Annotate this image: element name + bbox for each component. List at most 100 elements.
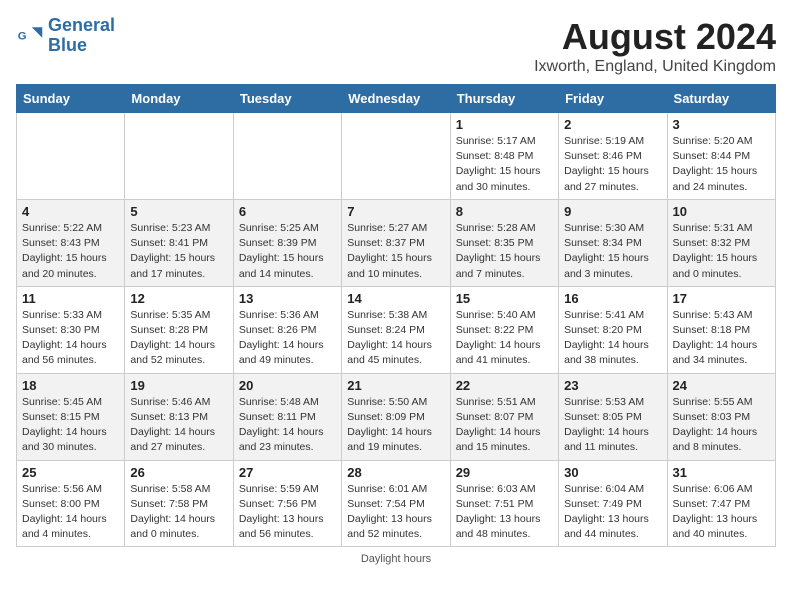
calendar-day-header: Monday: [125, 85, 233, 113]
day-number: 12: [130, 291, 227, 306]
day-info: Sunrise: 5:58 AMSunset: 7:58 PMDaylight:…: [130, 482, 227, 543]
day-number: 13: [239, 291, 336, 306]
day-info: Sunrise: 5:53 AMSunset: 8:05 PMDaylight:…: [564, 395, 661, 456]
calendar-cell: 11 Sunrise: 5:33 AMSunset: 8:30 PMDayligh…: [17, 286, 125, 373]
page-subtitle: Ixworth, England, United Kingdom: [534, 58, 776, 76]
calendar-cell: [17, 113, 125, 200]
page-header: G General Blue August 2024 Ixworth, Engl…: [16, 16, 776, 76]
day-number: 2: [564, 117, 661, 132]
day-number: 31: [673, 465, 770, 480]
calendar-cell: 3Sunrise: 5:20 AMSunset: 8:44 PMDaylight…: [667, 113, 775, 200]
calendar-cell: 21Sunrise: 5:50 AMSunset: 8:09 PMDayligh…: [342, 373, 450, 460]
day-info: Sunrise: 5:25 AMSunset: 8:39 PMDaylight:…: [239, 221, 336, 282]
calendar-cell: 31Sunrise: 6:06 AMSunset: 7:47 PMDayligh…: [667, 460, 775, 547]
day-number: 16: [564, 291, 661, 306]
day-info: Sunrise: 5:51 AMSunset: 8:07 PMDaylight:…: [456, 395, 553, 456]
day-number: 20: [239, 378, 336, 393]
calendar-cell: 1 Sunrise: 5:17 AMSunset: 8:48 PMDaylight…: [450, 113, 558, 200]
calendar-cell: 22Sunrise: 5:51 AMSunset: 8:07 PMDayligh…: [450, 373, 558, 460]
day-info: Sunrise: 5:45 AMSunset: 8:15 PMDaylight:…: [22, 395, 119, 456]
day-info: Sunrise: 6:01 AMSunset: 7:54 PMDaylight:…: [347, 482, 444, 543]
calendar-week-row: 25Sunrise: 5:56 AMSunset: 8:00 PMDayligh…: [17, 460, 776, 547]
day-number: 11: [22, 291, 119, 306]
title-block: August 2024 Ixworth, England, United Kin…: [534, 16, 776, 76]
calendar-cell: [342, 113, 450, 200]
logo-icon: G: [16, 22, 44, 50]
day-info: Sunrise: 5:48 AMSunset: 8:11 PMDaylight:…: [239, 395, 336, 456]
day-info: Sunrise: 5:17 AMSunset: 8:48 PMDaylight:…: [456, 134, 553, 195]
day-number: 28: [347, 465, 444, 480]
day-number: 17: [673, 291, 770, 306]
calendar-header-row: SundayMondayTuesdayWednesdayThursdayFrid…: [17, 85, 776, 113]
calendar-cell: 24 Sunrise: 5:55 AMSunset: 8:03 PMDayligh…: [667, 373, 775, 460]
day-info: Sunrise: 5:20 AMSunset: 8:44 PMDaylight:…: [673, 134, 770, 195]
day-info: Sunrise: 5:36 AMSunset: 8:26 PMDaylight:…: [239, 308, 336, 369]
day-info: Sunrise: 5:27 AMSunset: 8:37 PMDaylight:…: [347, 221, 444, 282]
day-info: Sunrise: 5:41 AMSunset: 8:20 PMDaylight:…: [564, 308, 661, 369]
day-number: 15: [456, 291, 553, 306]
day-info: Sunrise: 6:03 AMSunset: 7:51 PMDaylight:…: [456, 482, 553, 543]
calendar-cell: 5 Sunrise: 5:23 AMSunset: 8:41 PMDaylight…: [125, 199, 233, 286]
calendar-table: SundayMondayTuesdayWednesdayThursdayFrid…: [16, 84, 776, 547]
calendar-cell: 20 Sunrise: 5:48 AMSunset: 8:11 PMDayligh…: [233, 373, 341, 460]
calendar-cell: 27Sunrise: 5:59 AMSunset: 7:56 PMDayligh…: [233, 460, 341, 547]
logo-line2: Blue: [48, 36, 115, 56]
day-info: Sunrise: 5:55 AMSunset: 8:03 PMDaylight:…: [673, 395, 770, 456]
day-number: 10: [673, 204, 770, 219]
calendar-day-header: Thursday: [450, 85, 558, 113]
day-number: 7: [347, 204, 444, 219]
day-info: Sunrise: 5:56 AMSunset: 8:00 PMDaylight:…: [22, 482, 119, 543]
calendar-day-header: Sunday: [17, 85, 125, 113]
calendar-day-header: Tuesday: [233, 85, 341, 113]
calendar-day-header: Wednesday: [342, 85, 450, 113]
calendar-cell: 17 Sunrise: 5:43 AMSunset: 8:18 PMDayligh…: [667, 286, 775, 373]
day-number: 24: [673, 378, 770, 393]
calendar-week-row: 1 Sunrise: 5:17 AMSunset: 8:48 PMDaylight…: [17, 113, 776, 200]
calendar-week-row: 11 Sunrise: 5:33 AMSunset: 8:30 PMDayligh…: [17, 286, 776, 373]
calendar-cell: 19Sunrise: 5:46 AMSunset: 8:13 PMDayligh…: [125, 373, 233, 460]
calendar-cell: 25Sunrise: 5:56 AMSunset: 8:00 PMDayligh…: [17, 460, 125, 547]
calendar-cell: 8Sunrise: 5:28 AMSunset: 8:35 PMDaylight…: [450, 199, 558, 286]
day-number: 14: [347, 291, 444, 306]
day-number: 27: [239, 465, 336, 480]
calendar-week-row: 4Sunrise: 5:22 AMSunset: 8:43 PMDaylight…: [17, 199, 776, 286]
calendar-day-header: Friday: [559, 85, 667, 113]
calendar-cell: 23 Sunrise: 5:53 AMSunset: 8:05 PMDayligh…: [559, 373, 667, 460]
day-number: 26: [130, 465, 227, 480]
day-info: Sunrise: 5:28 AMSunset: 8:35 PMDaylight:…: [456, 221, 553, 282]
day-info: Sunrise: 5:30 AMSunset: 8:34 PMDaylight:…: [564, 221, 661, 282]
calendar-cell: 6Sunrise: 5:25 AMSunset: 8:39 PMDaylight…: [233, 199, 341, 286]
calendar-cell: 9Sunrise: 5:30 AMSunset: 8:34 PMDaylight…: [559, 199, 667, 286]
logo-line1: General: [48, 16, 115, 36]
day-number: 1: [456, 117, 553, 132]
day-number: 4: [22, 204, 119, 219]
calendar-cell: 16 Sunrise: 5:41 AMSunset: 8:20 PMDayligh…: [559, 286, 667, 373]
calendar-cell: 14Sunrise: 5:38 AMSunset: 8:24 PMDayligh…: [342, 286, 450, 373]
svg-text:G: G: [18, 30, 27, 42]
day-info: Sunrise: 5:35 AMSunset: 8:28 PMDaylight:…: [130, 308, 227, 369]
day-info: Sunrise: 5:50 AMSunset: 8:09 PMDaylight:…: [347, 395, 444, 456]
day-number: 30: [564, 465, 661, 480]
day-number: 18: [22, 378, 119, 393]
calendar-cell: 30 Sunrise: 6:04 AMSunset: 7:49 PMDayligh…: [559, 460, 667, 547]
day-info: Sunrise: 6:04 AMSunset: 7:49 PMDaylight:…: [564, 482, 661, 543]
calendar-cell: [125, 113, 233, 200]
calendar-cell: 15Sunrise: 5:40 AMSunset: 8:22 PMDayligh…: [450, 286, 558, 373]
logo: G General Blue: [16, 16, 115, 56]
day-info: Sunrise: 5:19 AMSunset: 8:46 PMDaylight:…: [564, 134, 661, 195]
calendar-cell: 4Sunrise: 5:22 AMSunset: 8:43 PMDaylight…: [17, 199, 125, 286]
calendar-cell: 7 Sunrise: 5:27 AMSunset: 8:37 PMDaylight…: [342, 199, 450, 286]
day-info: Sunrise: 5:43 AMSunset: 8:18 PMDaylight:…: [673, 308, 770, 369]
day-info: Sunrise: 5:33 AMSunset: 8:30 PMDaylight:…: [22, 308, 119, 369]
calendar-cell: 28 Sunrise: 6:01 AMSunset: 7:54 PMDayligh…: [342, 460, 450, 547]
page-title: August 2024: [534, 16, 776, 58]
day-number: 23: [564, 378, 661, 393]
calendar-cell: 12 Sunrise: 5:35 AMSunset: 8:28 PMDayligh…: [125, 286, 233, 373]
day-info: Sunrise: 5:31 AMSunset: 8:32 PMDaylight:…: [673, 221, 770, 282]
day-number: 5: [130, 204, 227, 219]
calendar-cell: [233, 113, 341, 200]
calendar-cell: 18 Sunrise: 5:45 AMSunset: 8:15 PMDayligh…: [17, 373, 125, 460]
day-info: Sunrise: 5:23 AMSunset: 8:41 PMDaylight:…: [130, 221, 227, 282]
footer-note: Daylight hours: [16, 553, 776, 565]
day-info: Sunrise: 5:46 AMSunset: 8:13 PMDaylight:…: [130, 395, 227, 456]
